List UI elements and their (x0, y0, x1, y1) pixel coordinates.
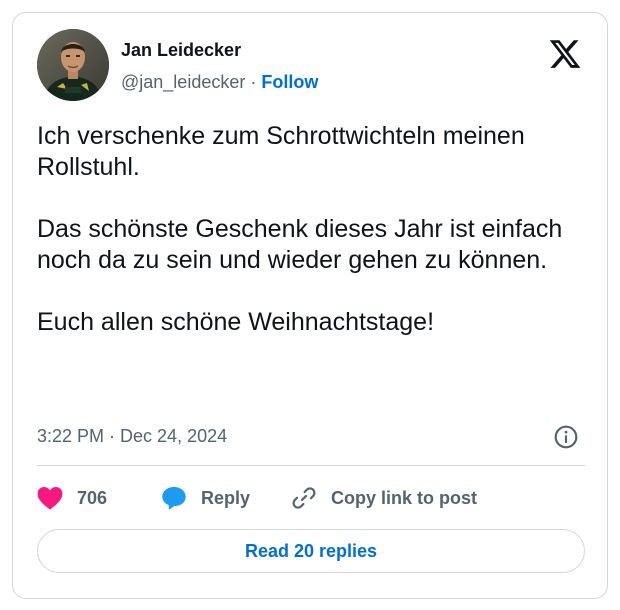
speech-bubble-icon (162, 486, 186, 510)
author-name[interactable]: Jan Leidecker (121, 39, 241, 61)
tweet-timestamp[interactable]: 3:22 PM · Dec 24, 2024 (37, 425, 227, 447)
x-logo-icon[interactable] (547, 37, 583, 71)
avatar-image (37, 29, 109, 101)
tweet-text: Ich verschenke zum Schrottwichteln meine… (37, 121, 587, 338)
link-icon (292, 487, 316, 509)
tweet-paragraph: Das schönste Geschenk dieses Jahr ist ei… (37, 215, 563, 274)
heart-icon (37, 486, 63, 510)
like-count: 706 (77, 487, 108, 508)
info-icon[interactable] (553, 424, 579, 450)
avatar[interactable] (37, 29, 109, 101)
divider (37, 465, 585, 466)
read-replies-button[interactable]: Read 20 replies (37, 529, 585, 573)
separator-dot: · (250, 72, 257, 92)
reply-button[interactable]: Reply (161, 483, 250, 513)
action-bar: 706 Reply Copy link to post (37, 483, 597, 513)
copy-link-label: Copy link to post (331, 487, 477, 508)
like-button[interactable]: 706 (37, 483, 107, 513)
tweet-paragraph: Ich verschenke zum Schrottwichteln meine… (37, 122, 525, 181)
tweet-paragraph: Euch allen schöne Weihnachtstage! (37, 308, 435, 336)
copy-link-button[interactable]: Copy link to post (291, 483, 477, 513)
reply-label: Reply (201, 487, 251, 508)
author-handle-row: @jan_leidecker · Follow (121, 71, 318, 93)
author-handle[interactable]: @jan_leidecker (121, 72, 245, 92)
tweet-embed-card: Jan Leidecker @jan_leidecker · Follow Ic… (12, 12, 608, 599)
follow-button[interactable]: Follow (261, 72, 318, 92)
